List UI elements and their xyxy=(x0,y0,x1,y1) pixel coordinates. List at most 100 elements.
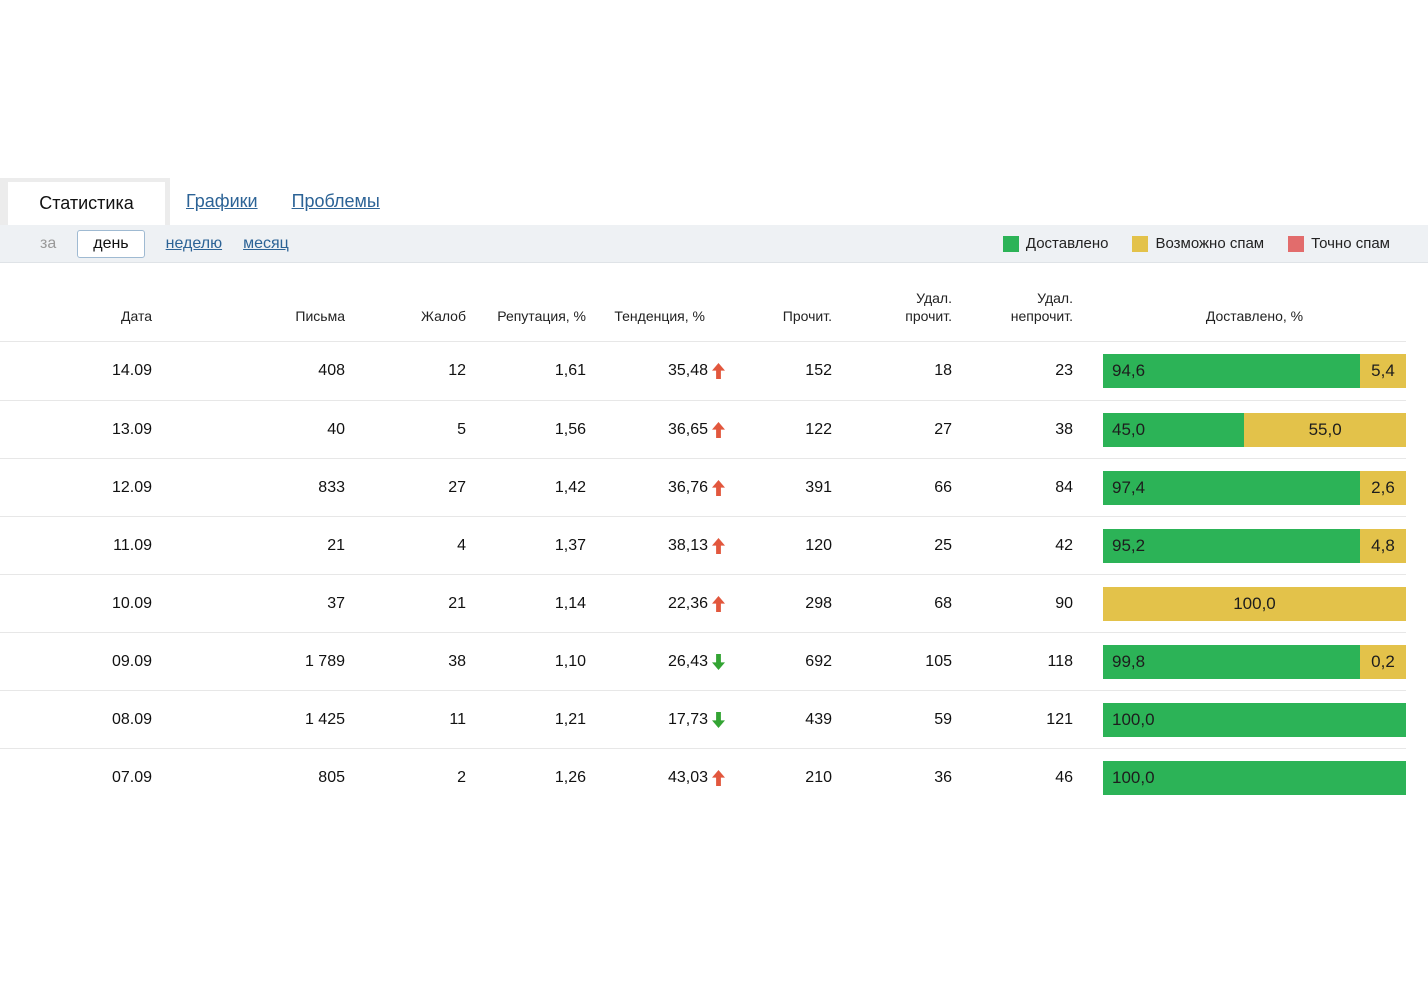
cell-letters: 37 xyxy=(327,594,345,612)
cell-read: 298 xyxy=(805,594,832,612)
column-header-deleted-unread: Удал. непрочит. xyxy=(1010,290,1073,325)
trend-up-icon xyxy=(712,421,725,438)
cell-reputation: 1,42 xyxy=(554,478,586,496)
tab-problems[interactable]: Проблемы xyxy=(292,191,380,212)
cell-trend: 26,43 xyxy=(586,653,725,671)
cell-delivered-bar: 45,0 55,0 xyxy=(1073,412,1406,447)
cell-reputation: 1,37 xyxy=(554,536,586,554)
cell-deleted-read: 68 xyxy=(934,594,952,612)
cell-read: 391 xyxy=(805,478,832,496)
trend-up-icon xyxy=(712,363,725,380)
cell-letters: 805 xyxy=(318,768,345,786)
table-row: 10.09 37 21 1,14 22,36 298 68 90 100,0 xyxy=(0,574,1406,632)
cell-date: 09.09 xyxy=(111,652,152,670)
period-month-link[interactable]: месяц xyxy=(243,235,289,253)
bar-segment-label: 4,8 xyxy=(1371,535,1395,555)
bar-segment-delivered: 45,0 xyxy=(1103,412,1245,447)
cell-letters: 40 xyxy=(327,420,345,438)
cell-deleted-read: 27 xyxy=(934,420,952,438)
cell-trend: 43,03 xyxy=(586,769,725,787)
cell-complaints: 21 xyxy=(448,594,466,612)
bar-segment-maybe_spam: 0,2 xyxy=(1360,644,1406,679)
column-header-date: Дата xyxy=(120,308,152,325)
bar-segment-label: 94,6 xyxy=(1112,361,1146,381)
cell-date: 07.09 xyxy=(111,768,152,786)
bar-segment-label: 45,0 xyxy=(1112,419,1146,439)
trend-up-icon xyxy=(712,769,725,786)
trend-value: 17,73 xyxy=(667,710,708,728)
tab-charts[interactable]: Графики xyxy=(186,191,258,212)
cell-read: 210 xyxy=(805,768,832,786)
column-header-deleted-read: Удал. прочит. xyxy=(905,290,952,325)
cell-delivered-bar: 100,0 xyxy=(1073,586,1406,621)
legend: Доставлено Возможно спам Точно спам xyxy=(979,235,1390,252)
table-row: 08.09 1 425 11 1,21 17,73 439 59 121 100,0 xyxy=(0,690,1406,748)
table-row: 09.09 1 789 38 1,10 26,43 692 105 118 99,8 0,2 xyxy=(0,632,1406,690)
column-header-delivered: Доставлено, % xyxy=(1205,308,1304,325)
cell-letters: 833 xyxy=(318,478,345,496)
trend-up-icon xyxy=(712,537,725,554)
table-header: Дата Письма Жалоб Репутация, % Тенденция, % П… xyxy=(0,263,1406,343)
cell-read: 439 xyxy=(805,710,832,728)
cell-deleted-unread: 42 xyxy=(1055,536,1073,554)
cell-complaints: 12 xyxy=(448,362,466,380)
cell-deleted-unread: 46 xyxy=(1055,768,1073,786)
column-header-complaints: Жалоб xyxy=(420,308,466,325)
cell-date: 10.09 xyxy=(111,594,152,612)
cell-delivered-bar: 100,0 xyxy=(1073,760,1406,795)
cell-deleted-read: 36 xyxy=(934,768,952,786)
cell-deleted-unread: 118 xyxy=(1047,652,1073,670)
cell-complaints: 11 xyxy=(449,710,466,728)
cell-delivered-bar: 95,2 4,8 xyxy=(1073,528,1406,563)
cell-trend: 17,73 xyxy=(586,711,725,729)
cell-reputation: 1,56 xyxy=(554,420,586,438)
column-header-reputation: Репутация, % xyxy=(497,308,586,325)
period-week-link[interactable]: неделю xyxy=(166,235,222,253)
bar-segment-label: 95,2 xyxy=(1112,535,1146,555)
bar-segment-label: 97,4 xyxy=(1112,477,1146,497)
bar-segment-label: 55,0 xyxy=(1308,419,1342,439)
legend-item-sure_spam: Точно спам xyxy=(1288,235,1390,252)
trend-up-icon xyxy=(712,479,725,496)
bar-segment-label: 0,2 xyxy=(1371,651,1395,671)
bar-segment-label: 100,0 xyxy=(1112,709,1155,729)
bar-segment-label: 100,0 xyxy=(1112,767,1155,787)
cell-read: 122 xyxy=(805,420,832,438)
delivered-stacked-bar: 99,8 0,2 xyxy=(1103,644,1406,679)
cell-read: 692 xyxy=(805,652,832,670)
cell-reputation: 1,14 xyxy=(554,594,586,612)
legend-swatch-delivered xyxy=(1002,235,1019,252)
trend-value: 43,03 xyxy=(667,768,708,786)
delivered-stacked-bar: 95,2 4,8 xyxy=(1103,528,1406,563)
legend-item-delivered: Доставлено xyxy=(1002,235,1108,252)
cell-date: 11.09 xyxy=(113,536,152,554)
bar-segment-maybe_spam: 2,6 xyxy=(1360,470,1406,505)
table-row: 14.09 408 12 1,61 35,48 152 18 23 94,6 5,4 xyxy=(0,342,1406,400)
column-header-letters: Письма xyxy=(295,308,345,325)
legend-swatch-sure_spam xyxy=(1288,235,1305,252)
cell-trend: 22,36 xyxy=(586,595,725,613)
cell-date: 12.09 xyxy=(111,478,152,496)
cell-read: 120 xyxy=(805,536,832,554)
cell-deleted-unread: 38 xyxy=(1055,420,1073,438)
cell-deleted-unread: 84 xyxy=(1055,478,1073,496)
cell-complaints: 2 xyxy=(457,768,466,786)
tab-statistics[interactable]: Статистика xyxy=(8,182,165,225)
cell-deleted-unread: 121 xyxy=(1046,710,1073,728)
cell-delivered-bar: 99,8 0,2 xyxy=(1073,644,1406,679)
cell-date: 08.09 xyxy=(111,710,152,728)
cell-deleted-unread: 23 xyxy=(1055,362,1073,380)
period-day-button[interactable]: день xyxy=(77,229,145,258)
legend-label: Возможно спам xyxy=(1155,235,1265,252)
bar-segment-label: 2,6 xyxy=(1371,477,1395,497)
cell-deleted-read: 18 xyxy=(934,362,952,380)
cell-deleted-read: 59 xyxy=(934,710,952,728)
cell-reputation: 1,61 xyxy=(554,362,586,380)
legend-swatch-maybe_spam xyxy=(1132,235,1149,252)
trend-value: 22,36 xyxy=(667,594,708,612)
delivered-stacked-bar: 100,0 xyxy=(1103,702,1406,737)
trend-value: 36,65 xyxy=(667,420,708,438)
cell-delivered-bar: 100,0 xyxy=(1073,702,1406,737)
bar-segment-label: 99,8 xyxy=(1112,651,1146,671)
cell-complaints: 4 xyxy=(457,536,466,554)
